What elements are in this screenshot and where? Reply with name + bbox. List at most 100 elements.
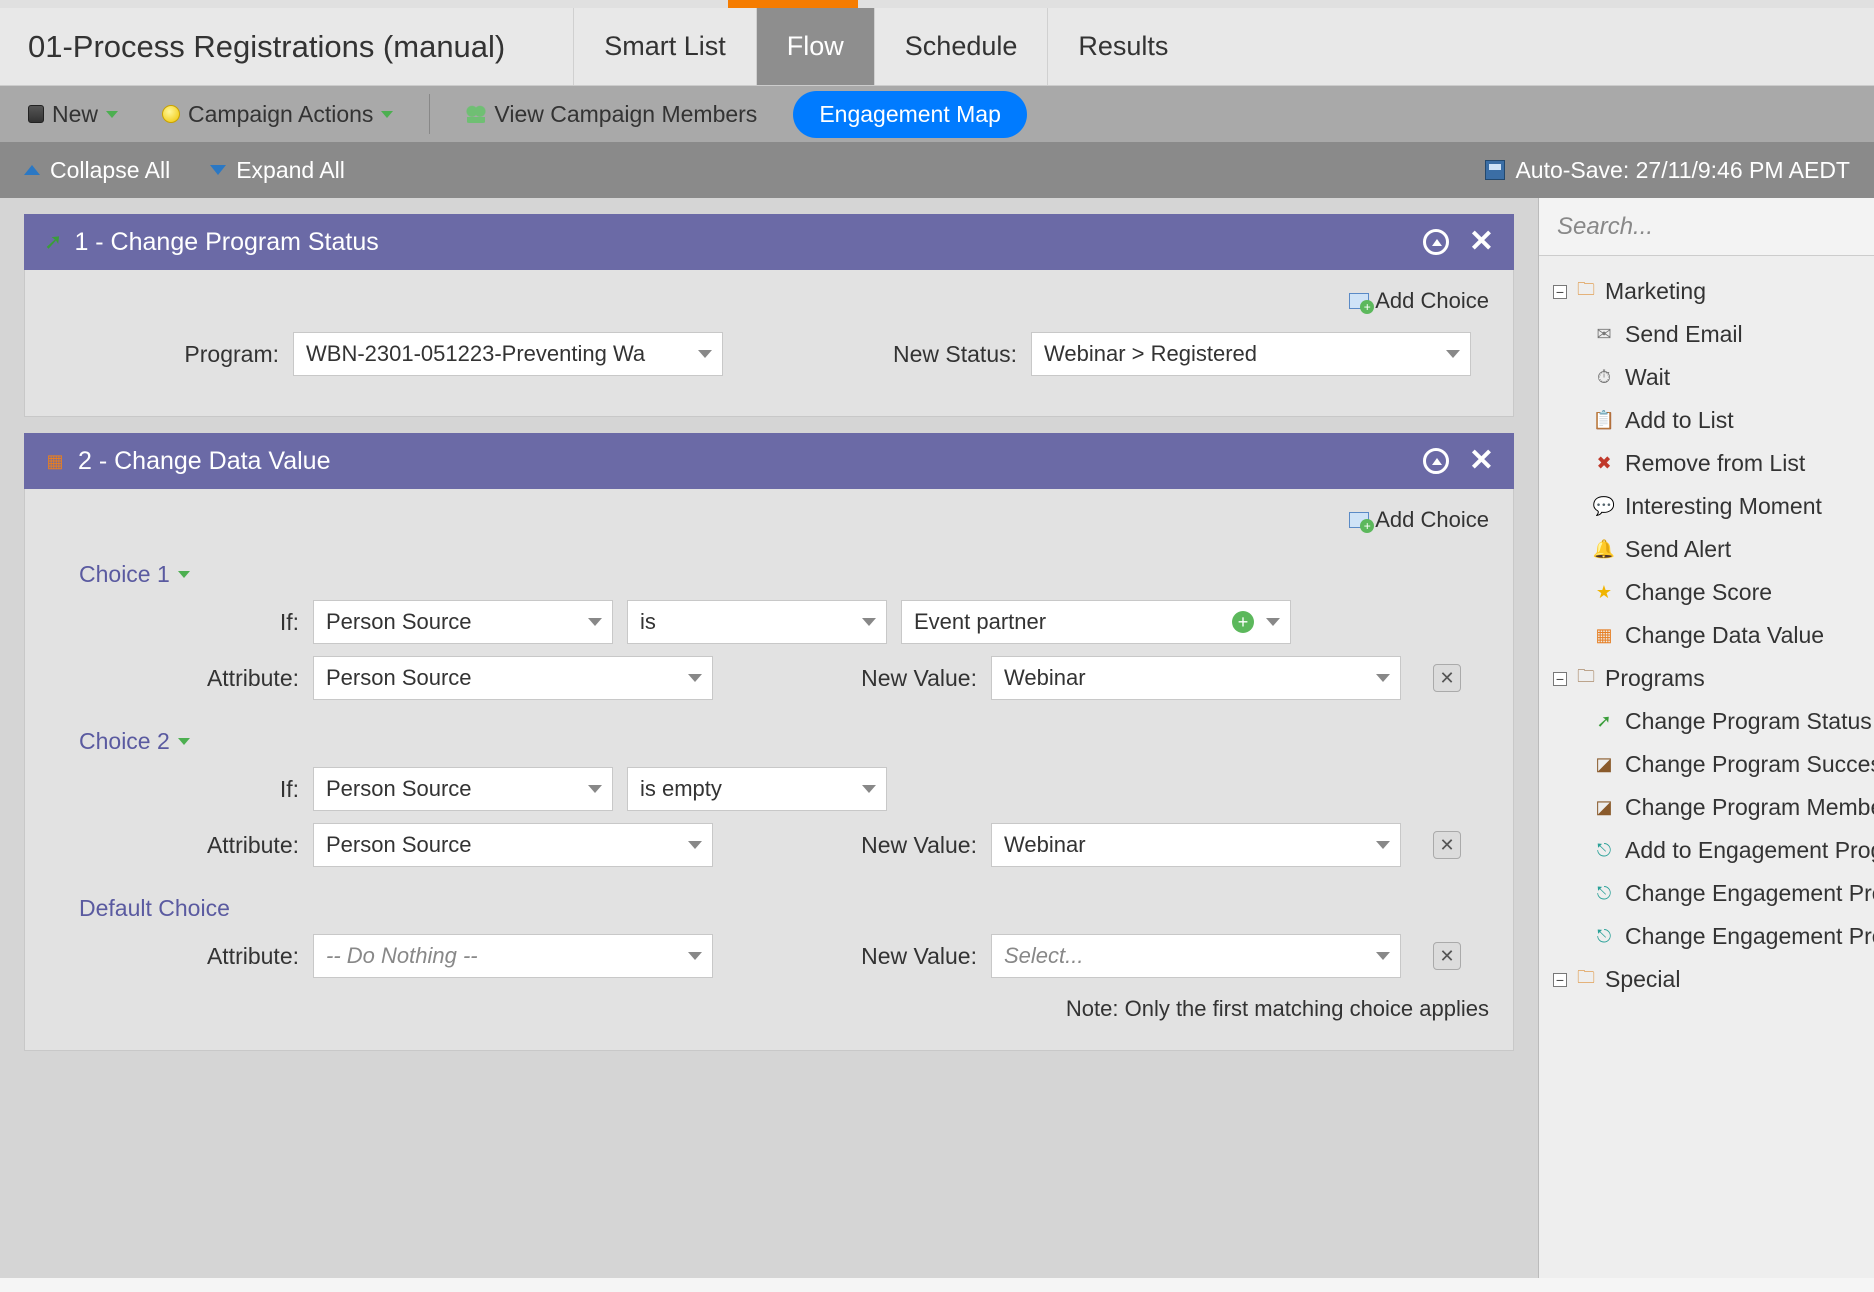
tree-item-change-program-success[interactable]: ◪Change Program Success: [1549, 743, 1874, 786]
leaf-label: Change Data Value: [1625, 622, 1824, 649]
choice-1-label[interactable]: Choice 1: [79, 561, 1489, 588]
step-2-header[interactable]: ▦ 2 - Change Data Value ✕: [24, 433, 1514, 489]
chevron-down-icon: [1376, 674, 1390, 682]
choice-note: Note: Only the first matching choice app…: [49, 996, 1489, 1022]
tree-group-programs[interactable]: − 🗀 Programs: [1549, 657, 1874, 700]
toolbar-divider: [429, 94, 430, 134]
tree-item-add-to-engagement[interactable]: ⎋Add to Engagement Program: [1549, 829, 1874, 872]
tree-group-special[interactable]: − 🗀 Special: [1549, 958, 1874, 1001]
save-icon: [1485, 160, 1505, 180]
tab-results[interactable]: Results: [1047, 8, 1198, 85]
choice-2-label[interactable]: Choice 2: [79, 728, 1489, 755]
attribute-label: Attribute:: [49, 943, 299, 970]
group-label: Special: [1605, 966, 1680, 993]
program-select[interactable]: WBN-2301-051223-Preventing Wa: [293, 332, 723, 376]
engagement-icon: ⎋: [1593, 926, 1615, 948]
if-field-select[interactable]: Person Source: [313, 600, 613, 644]
leaf-label: Change Program Status: [1625, 708, 1872, 735]
tree-item-interesting-moment[interactable]: 💬Interesting Moment: [1549, 485, 1874, 528]
if-operator-select[interactable]: is empty: [627, 767, 887, 811]
attribute-value: Person Source: [326, 832, 472, 858]
engagement-icon: ⎋: [1593, 883, 1615, 905]
if-label: If:: [49, 776, 299, 803]
collapse-all-button[interactable]: Collapse All: [24, 157, 170, 184]
move-up-icon[interactable]: [1423, 229, 1449, 255]
triangle-up-icon: [24, 165, 40, 175]
leaf-label: Change Score: [1625, 579, 1772, 606]
subtoolbar: Collapse All Expand All Auto-Save: 27/11…: [0, 142, 1874, 198]
if-value-select[interactable]: Event partner +: [901, 600, 1291, 644]
caret-down-icon: [381, 111, 393, 118]
add-choice-label: Add Choice: [1375, 507, 1489, 533]
attribute-select[interactable]: -- Do Nothing --: [313, 934, 713, 978]
if-operator-select[interactable]: is: [627, 600, 887, 644]
campaign-actions-label: Campaign Actions: [188, 101, 373, 128]
new-status-value: Webinar > Registered: [1044, 341, 1257, 367]
leaf-label: Send Email: [1625, 321, 1743, 348]
tab-schedule[interactable]: Schedule: [874, 8, 1048, 85]
if-field-select[interactable]: Person Source: [313, 767, 613, 811]
caret-down-icon: [106, 111, 118, 118]
if-operator-value: is: [640, 609, 656, 635]
leaf-label: Add to Engagement Program: [1625, 837, 1874, 864]
tree-item-change-program-status[interactable]: ➚Change Program Status: [1549, 700, 1874, 743]
tree-item-remove-from-list[interactable]: ✖Remove from List: [1549, 442, 1874, 485]
new-status-label: New Status:: [827, 341, 1017, 368]
add-choice-button[interactable]: Add Choice: [49, 288, 1489, 314]
tree-item-send-email[interactable]: ✉Send Email: [1549, 313, 1874, 356]
program-label: Program:: [49, 341, 279, 368]
tab-flow[interactable]: Flow: [756, 8, 874, 85]
collapse-icon: −: [1553, 285, 1567, 299]
new-value-select[interactable]: Webinar: [991, 656, 1401, 700]
tree-item-change-engagement-cadence[interactable]: ⎋Change Engagement Program Cadence: [1549, 915, 1874, 958]
new-label: New: [52, 101, 98, 128]
sidebar-search-input[interactable]: Search...: [1539, 198, 1874, 256]
close-icon[interactable]: ✕: [1469, 448, 1494, 474]
if-field-value: Person Source: [326, 609, 472, 635]
tree-item-wait[interactable]: ⏱Wait: [1549, 356, 1874, 399]
delete-choice-button[interactable]: ✕: [1433, 942, 1461, 970]
tree-item-change-score[interactable]: ★Change Score: [1549, 571, 1874, 614]
tree-group-marketing[interactable]: − 🗀 Marketing: [1549, 270, 1874, 313]
tree-item-change-engagement-stream[interactable]: ⎋Change Engagement Program Stream: [1549, 872, 1874, 915]
engagement-map-label: Engagement Map: [819, 101, 1001, 128]
tree-item-add-to-list[interactable]: 📋Add to List: [1549, 399, 1874, 442]
tree-item-change-data-value[interactable]: ▦Change Data Value: [1549, 614, 1874, 657]
new-value-text: Webinar: [1004, 665, 1086, 691]
if-operator-value: is empty: [640, 776, 722, 802]
new-status-select[interactable]: Webinar > Registered: [1031, 332, 1471, 376]
move-up-icon[interactable]: [1423, 448, 1449, 474]
tab-smart-list[interactable]: Smart List: [573, 8, 756, 85]
new-value-select[interactable]: Webinar: [991, 823, 1401, 867]
chevron-down-icon: [1376, 952, 1390, 960]
member-icon: ◪: [1593, 797, 1615, 819]
tree-item-send-alert[interactable]: 🔔Send Alert: [1549, 528, 1874, 571]
delete-choice-button[interactable]: ✕: [1433, 664, 1461, 692]
attribute-select[interactable]: Person Source: [313, 656, 713, 700]
attribute-label: Attribute:: [49, 832, 299, 859]
new-value-label: New Value:: [817, 665, 977, 692]
people-icon: [466, 105, 486, 123]
success-icon: ◪: [1593, 754, 1615, 776]
new-value-text: Webinar: [1004, 832, 1086, 858]
add-choice-button[interactable]: Add Choice: [49, 507, 1489, 533]
caret-down-icon: [178, 571, 190, 578]
title-tabs-row: 01-Process Registrations (manual) Smart …: [0, 8, 1874, 86]
new-value-select[interactable]: Select...: [991, 934, 1401, 978]
add-value-icon[interactable]: +: [1232, 611, 1254, 633]
new-menu[interactable]: New: [20, 97, 126, 132]
delete-choice-button[interactable]: ✕: [1433, 831, 1461, 859]
default-choice-text: Default Choice: [79, 895, 230, 922]
tree-item-change-program-member[interactable]: ◪Change Program Member Data: [1549, 786, 1874, 829]
step-1-header[interactable]: ➚ 1 - Change Program Status ✕: [24, 214, 1514, 270]
view-campaign-members-button[interactable]: View Campaign Members: [458, 97, 765, 132]
page-title: 01-Process Registrations (manual): [0, 29, 533, 65]
campaign-actions-menu[interactable]: Campaign Actions: [154, 97, 401, 132]
close-icon[interactable]: ✕: [1469, 229, 1494, 255]
attribute-select[interactable]: Person Source: [313, 823, 713, 867]
expand-all-button[interactable]: Expand All: [210, 157, 345, 184]
toolbar: New Campaign Actions View Campaign Membe…: [0, 86, 1874, 142]
action-tree: − 🗀 Marketing ✉Send Email ⏱Wait 📋Add to …: [1539, 256, 1874, 1015]
flow-canvas: ➚ 1 - Change Program Status ✕ Add Choice…: [0, 198, 1538, 1278]
engagement-map-button[interactable]: Engagement Map: [793, 91, 1027, 138]
